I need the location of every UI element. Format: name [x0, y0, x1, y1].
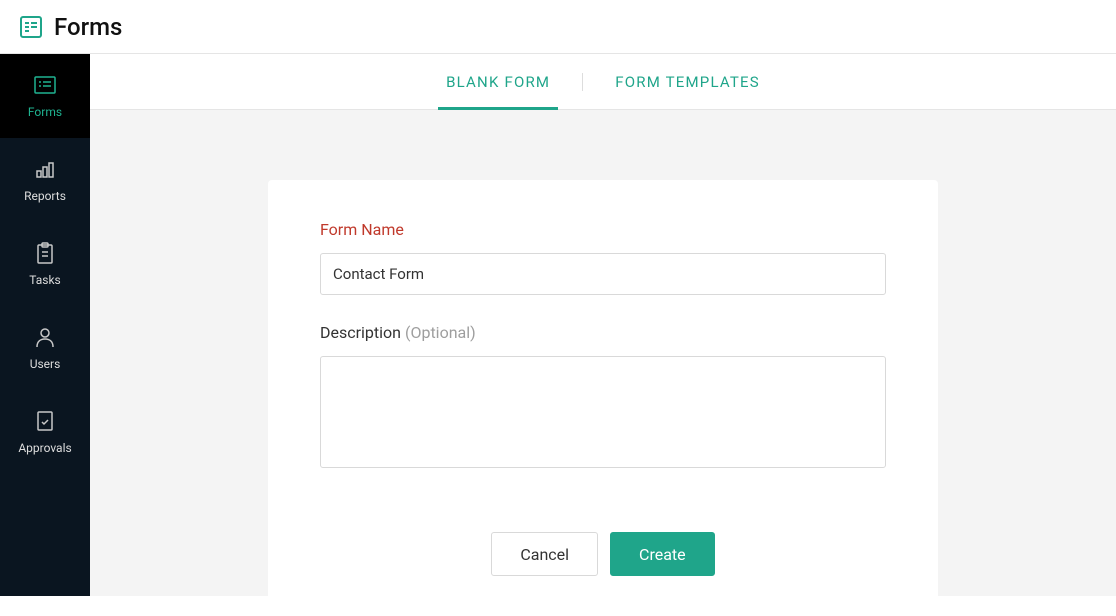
create-button[interactable]: Create [610, 532, 715, 576]
sidebar-item-label: Tasks [29, 273, 61, 287]
check-document-icon [33, 409, 57, 433]
tab-blank-form[interactable]: BLANK FORM [414, 54, 582, 110]
tab-bar: BLANK FORM FORM TEMPLATES [90, 54, 1116, 110]
tab-label: BLANK FORM [446, 73, 550, 91]
main-content: BLANK FORM FORM TEMPLATES Form Name Desc… [90, 54, 1116, 596]
forms-logo-icon [18, 14, 44, 40]
app-header: Forms [0, 0, 1116, 54]
description-input[interactable] [320, 356, 886, 468]
user-icon [33, 325, 57, 349]
form-name-label: Form Name [320, 220, 886, 239]
sidebar-item-label: Approvals [18, 441, 71, 455]
tab-form-templates[interactable]: FORM TEMPLATES [583, 54, 792, 110]
sidebar-item-reports[interactable]: Reports [0, 138, 90, 222]
content-area: Form Name Description (Optional) Cancel … [90, 110, 1116, 616]
sidebar-item-users[interactable]: Users [0, 306, 90, 390]
sidebar-item-tasks[interactable]: Tasks [0, 222, 90, 306]
create-form-card: Form Name Description (Optional) Cancel … [268, 180, 938, 616]
cancel-button[interactable]: Cancel [491, 532, 598, 576]
sidebar-item-forms[interactable]: Forms [0, 54, 90, 138]
form-name-input[interactable] [320, 253, 886, 295]
sidebar-item-label: Users [30, 357, 61, 371]
description-label-text: Description [320, 323, 405, 342]
form-icon [33, 73, 57, 97]
form-name-group: Form Name [320, 220, 886, 295]
sidebar-item-label: Reports [24, 189, 66, 203]
app-title: Forms [54, 13, 122, 41]
description-group: Description (Optional) [320, 323, 886, 472]
clipboard-icon [33, 241, 57, 265]
sidebar-item-label: Forms [28, 105, 62, 119]
description-label: Description (Optional) [320, 323, 886, 342]
tab-label: FORM TEMPLATES [615, 73, 760, 91]
sidebar-item-approvals[interactable]: Approvals [0, 390, 90, 474]
sidebar: Forms Reports Tasks [0, 54, 90, 596]
button-row: Cancel Create [320, 532, 886, 576]
description-optional-text: (Optional) [405, 323, 476, 342]
chart-icon [33, 157, 57, 181]
